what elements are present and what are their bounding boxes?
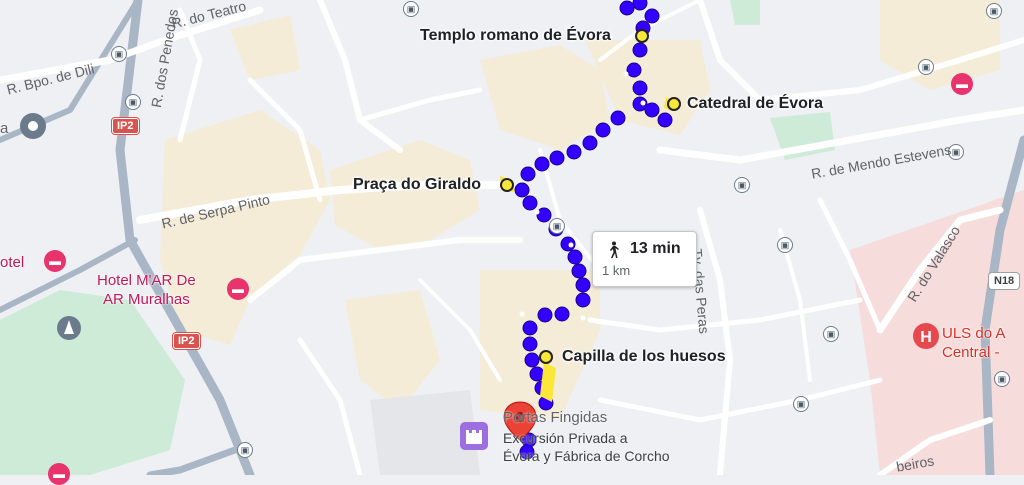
hotel-bed-icon[interactable]: ▬ [48, 463, 70, 485]
block [330, 140, 480, 250]
block [480, 270, 600, 420]
road-shield-ip2-top: IP2 [112, 118, 139, 134]
svg-text:H: H [920, 329, 932, 346]
hotel-bed-icon[interactable]: ▬ [44, 250, 66, 272]
road-shield-ip2-bottom: IP2 [173, 333, 200, 349]
block [345, 290, 440, 410]
bus-stop-icon[interactable]: ▣ [777, 237, 793, 253]
castle-tour-icon[interactable] [460, 422, 488, 450]
park [730, 0, 760, 25]
stop-marker-catedral [667, 97, 681, 111]
route-info-callout[interactable]: 13 min 1 km [592, 231, 697, 287]
hotel-bed-icon[interactable]: ▬ [227, 278, 249, 300]
poi-label-hotel-left[interactable]: otel [0, 253, 24, 272]
stop-label-capilla[interactable]: Capilla de los huesos [562, 348, 726, 366]
poi-label-uls[interactable]: ULS do A Central - [942, 324, 1005, 362]
monument-icon[interactable] [57, 316, 81, 340]
park [0, 290, 185, 475]
route-distance: 1 km [602, 263, 631, 278]
bus-stop-icon[interactable]: ▣ [403, 1, 419, 17]
poi-label-portas[interactable]: Portas Fingidas [503, 409, 607, 426]
location-marker-icon[interactable] [20, 113, 46, 139]
bus-stop-icon[interactable]: ▣ [734, 177, 750, 193]
hotel-bed-icon[interactable]: ▬ [951, 73, 973, 95]
poi-label-excursion[interactable]: Excursión Privada a Évora y Fábrica de C… [503, 429, 670, 465]
bus-stop-icon[interactable]: ▣ [986, 3, 1002, 19]
poi-label-left-a: a [0, 120, 9, 137]
bus-stop-icon[interactable]: ▣ [125, 94, 141, 110]
bus-stop-icon[interactable]: ▣ [823, 326, 839, 342]
stop-marker-templo [635, 29, 649, 43]
bus-stop-icon[interactable]: ▣ [549, 218, 565, 234]
bus-stop-icon[interactable]: ▣ [994, 371, 1010, 387]
poi-label-hotel-mar[interactable]: Hotel M'AR De AR Muralhas [97, 271, 196, 309]
route-time: 13 min [630, 240, 681, 257]
stop-marker-giraldo [500, 178, 514, 192]
bus-stop-icon[interactable]: ▣ [237, 442, 253, 458]
block [480, 45, 610, 150]
bus-stop-icon[interactable]: ▣ [918, 59, 934, 75]
stop-label-giraldo[interactable]: Praça do Giraldo [353, 176, 481, 194]
walking-person-icon [610, 241, 619, 258]
stop-label-catedral[interactable]: Catedral de Évora [687, 95, 823, 113]
block [230, 15, 300, 80]
bus-stop-icon[interactable]: ▣ [111, 46, 127, 62]
road-shield-n18: N18 [989, 273, 1020, 289]
bus-stop-icon[interactable]: ▣ [793, 396, 809, 412]
hospital-icon[interactable]: H [913, 323, 939, 349]
stop-label-templo[interactable]: Templo romano de Évora [420, 27, 611, 45]
stop-marker-capilla [539, 350, 553, 364]
